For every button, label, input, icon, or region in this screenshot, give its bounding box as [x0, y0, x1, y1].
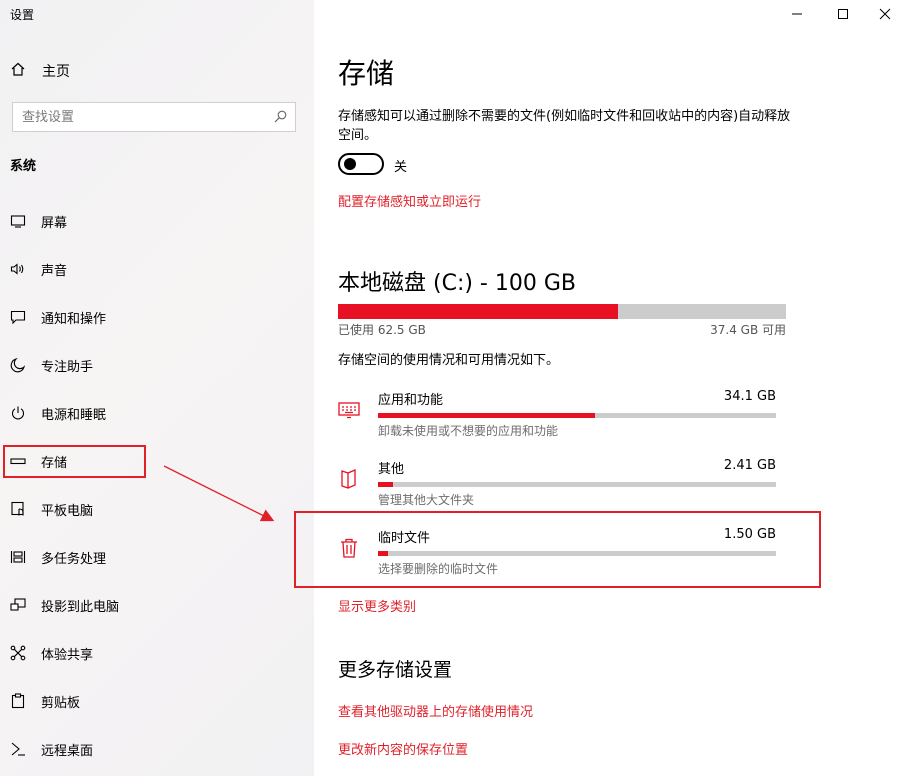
notification-icon: [10, 309, 26, 325]
power-icon: [10, 405, 26, 421]
other-drives-usage-link[interactable]: 查看其他驱动器上的存储使用情况: [338, 701, 533, 720]
sidebar-item-label: 平板电脑: [41, 503, 94, 519]
search-input[interactable]: [22, 109, 262, 125]
speaker-icon: [10, 261, 26, 277]
home-icon: [10, 61, 26, 81]
folder-icon: [338, 468, 360, 490]
disk-usage-bar: [338, 304, 786, 319]
sidebar-item-label: 声音: [41, 263, 68, 279]
sidebar-item-label: 体验共享: [41, 647, 94, 663]
sidebar-item-sound[interactable]: 声音: [10, 258, 67, 280]
sidebar-item-focus-assist[interactable]: 专注助手: [10, 354, 93, 376]
keyboard-icon: [338, 399, 360, 421]
category-name: 其他: [378, 462, 405, 477]
toggle-knob: [344, 158, 356, 170]
category-description: 卸载未使用或不想要的应用和功能: [378, 424, 559, 438]
change-save-location-link[interactable]: 更改新内容的保存位置: [338, 739, 468, 758]
remote-desktop-icon: [10, 741, 26, 757]
sidebar-item-label: 主页: [42, 64, 70, 80]
sidebar-item-remote-desktop[interactable]: 远程桌面: [10, 738, 93, 760]
usage-info-text: 存储空间的使用情况和可用情况如下。: [338, 353, 560, 368]
search-box[interactable]: [12, 102, 296, 132]
sidebar-item-display[interactable]: 屏幕: [10, 210, 67, 232]
free-space-label: 37.4 GB 可用: [710, 323, 786, 337]
share-icon: [10, 645, 26, 661]
sidebar-item-tablet[interactable]: 平板电脑: [10, 498, 93, 520]
more-storage-settings-title: 更多存储设置: [338, 659, 453, 681]
sidebar-item-projecting[interactable]: 投影到此电脑: [10, 594, 119, 616]
sidebar-item-shared-experiences[interactable]: 体验共享: [10, 642, 93, 664]
category-name: 应用和功能: [378, 393, 444, 408]
storage-sense-toggle[interactable]: [338, 153, 384, 175]
clipboard-icon: [10, 693, 26, 709]
sidebar-item-power[interactable]: 电源和睡眠: [10, 402, 106, 424]
page-title: 存储: [338, 57, 395, 90]
sidebar-item-notifications[interactable]: 通知和操作: [10, 306, 106, 328]
category-usage-fill: [378, 413, 595, 418]
category-usage-bar: [378, 413, 776, 418]
main-content: 存储 存储感知可以通过删除不需要的文件(例如临时文件和回收站中的内容)自动释放空…: [314, 0, 908, 776]
disk-title: 本地磁盘 (C:) - 100 GB: [338, 271, 576, 296]
annotation-highlight-temp-files: [294, 511, 821, 588]
sidebar-item-label: 投影到此电脑: [41, 599, 120, 615]
category-usage-fill: [378, 482, 394, 487]
sidebar-item-clipboard[interactable]: 剪贴板: [10, 690, 80, 712]
category-other[interactable]: 其他 2.41 GB 管理其他大文件夹: [338, 458, 776, 518]
configure-storage-sense-link[interactable]: 配置存储感知或立即运行: [338, 191, 481, 210]
app-title: 设置: [10, 8, 35, 22]
toggle-state-label: 关: [394, 160, 408, 175]
storage-sense-description: 存储感知可以通过删除不需要的文件(例如临时文件和回收站中的内容)自动释放空间。: [338, 109, 791, 143]
sidebar-item-label: 多任务处理: [41, 551, 107, 567]
section-title: 系统: [10, 159, 37, 174]
category-apps-features[interactable]: 应用和功能 34.1 GB 卸载未使用或不想要的应用和功能: [338, 389, 776, 449]
sidebar: 设置 主页 系统 屏幕 声音 通知和操作 专注助手: [0, 0, 314, 776]
sidebar-item-multitasking[interactable]: 多任务处理: [10, 546, 106, 568]
multitask-icon: [10, 549, 26, 565]
tablet-icon: [10, 501, 26, 517]
category-description: 管理其他大文件夹: [378, 493, 475, 507]
category-size: 2.41 GB: [723, 458, 776, 473]
sidebar-item-label: 通知和操作: [41, 311, 107, 327]
disk-usage-fill: [338, 304, 618, 319]
sidebar-item-label: 专注助手: [41, 359, 94, 375]
category-usage-bar: [378, 482, 776, 487]
annotation-highlight-storage: [3, 445, 146, 478]
sidebar-item-label: 剪贴板: [41, 695, 81, 711]
sidebar-item-home[interactable]: 主页: [10, 60, 70, 82]
sidebar-item-label: 电源和睡眠: [41, 407, 107, 423]
category-size: 34.1 GB: [723, 389, 776, 404]
monitor-icon: [10, 213, 26, 229]
used-space-label: 已使用 62.5 GB: [338, 323, 426, 337]
search-icon[interactable]: [274, 108, 287, 127]
sidebar-item-label: 远程桌面: [41, 743, 94, 759]
sidebar-item-label: 屏幕: [41, 215, 68, 231]
show-more-categories-link[interactable]: 显示更多类别: [338, 596, 416, 615]
moon-icon: [10, 357, 26, 373]
project-icon: [10, 597, 26, 613]
